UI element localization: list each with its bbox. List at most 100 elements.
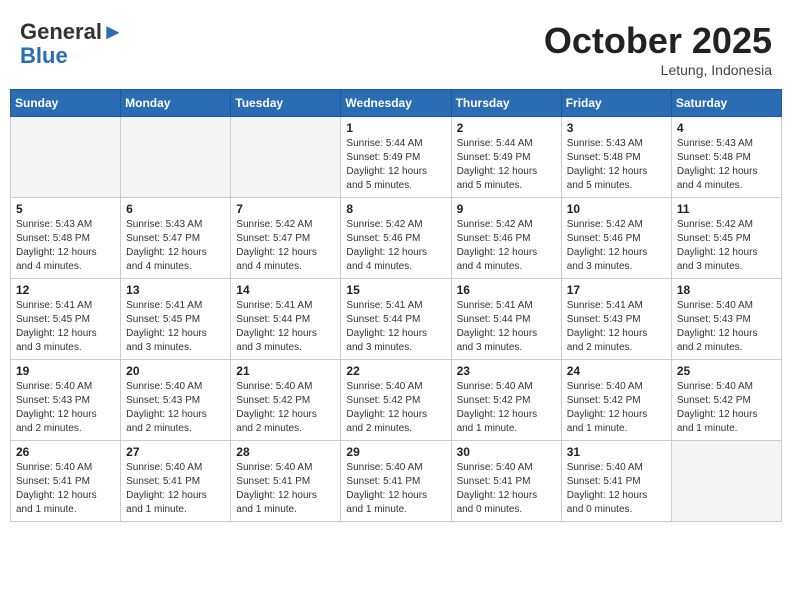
calendar-cell: 24Sunrise: 5:40 AM Sunset: 5:42 PM Dayli…	[561, 360, 671, 441]
day-number: 10	[567, 202, 666, 216]
logo-icon: ►	[102, 19, 124, 44]
calendar-week-row: 12 Sunrise: 5:41 AM Sunset: 5:45 PM Dayli…	[11, 279, 782, 360]
cell-sun-info: Sunrise: 5:44 AM Sunset: 5:49 PM Dayligh…	[346, 137, 445, 193]
calendar-cell: 6Sunrise: 5:43 AM Sunset: 5:47 PM Daylig…	[121, 198, 231, 279]
calendar-cell: 27Sunrise: 5:40 AM Sunset: 5:41 PM Dayli…	[121, 441, 231, 522]
cell-sun-info: Sunrise: 5:40 AM Sunset: 5:42 PM Dayligh…	[677, 380, 776, 436]
day-number: 4	[677, 121, 776, 135]
day-number: 14	[236, 283, 335, 297]
calendar-cell: 30 Sunrise: 5:40 AM Sunset: 5:41 PM Dayli…	[451, 441, 561, 522]
calendar-cell: 12 Sunrise: 5:41 AM Sunset: 5:45 PM Dayli…	[11, 279, 121, 360]
calendar-cell: 10 Sunrise: 5:42 AM Sunset: 5:46 PM Dayli…	[561, 198, 671, 279]
calendar-cell: 16 Sunrise: 5:41 AM Sunset: 5:44 PM Dayli…	[451, 279, 561, 360]
calendar-cell: 8 Sunrise: 5:42 AM Sunset: 5:46 PM Daylig…	[341, 198, 451, 279]
calendar-cell: 14 Sunrise: 5:41 AM Sunset: 5:44 PM Dayli…	[231, 279, 341, 360]
calendar-cell: 26Sunrise: 5:40 AM Sunset: 5:41 PM Dayli…	[11, 441, 121, 522]
cell-sun-info: Sunrise: 5:43 AM Sunset: 5:48 PM Dayligh…	[16, 218, 115, 274]
calendar-cell: 22 Sunrise: 5:40 AM Sunset: 5:42 PM Dayli…	[341, 360, 451, 441]
day-number: 2	[457, 121, 556, 135]
calendar-cell: 9 Sunrise: 5:42 AM Sunset: 5:46 PM Daylig…	[451, 198, 561, 279]
day-number: 9	[457, 202, 556, 216]
day-of-week-header: Tuesday	[231, 90, 341, 117]
day-number: 11	[677, 202, 776, 216]
day-number: 16	[457, 283, 556, 297]
cell-sun-info: Sunrise: 5:40 AM Sunset: 5:41 PM Dayligh…	[567, 461, 666, 517]
calendar-cell: 28Sunrise: 5:40 AM Sunset: 5:41 PM Dayli…	[231, 441, 341, 522]
calendar-cell: 18 Sunrise: 5:40 AM Sunset: 5:43 PM Dayli…	[671, 279, 781, 360]
cell-sun-info: Sunrise: 5:40 AM Sunset: 5:42 PM Dayligh…	[457, 380, 556, 436]
day-of-week-header: Saturday	[671, 90, 781, 117]
day-number: 12	[16, 283, 115, 297]
location-subtitle: Letung, Indonesia	[544, 62, 772, 78]
cell-sun-info: Sunrise: 5:40 AM Sunset: 5:41 PM Dayligh…	[346, 461, 445, 517]
cell-sun-info: Sunrise: 5:41 AM Sunset: 5:44 PM Dayligh…	[457, 299, 556, 355]
cell-sun-info: Sunrise: 5:41 AM Sunset: 5:43 PM Dayligh…	[567, 299, 666, 355]
day-number: 30	[457, 445, 556, 459]
cell-sun-info: Sunrise: 5:44 AM Sunset: 5:49 PM Dayligh…	[457, 137, 556, 193]
cell-sun-info: Sunrise: 5:42 AM Sunset: 5:46 PM Dayligh…	[457, 218, 556, 274]
calendar-cell: 4 Sunrise: 5:43 AM Sunset: 5:48 PM Daylig…	[671, 117, 781, 198]
day-number: 20	[126, 364, 225, 378]
calendar-cell	[11, 117, 121, 198]
day-number: 23	[457, 364, 556, 378]
calendar-cell	[671, 441, 781, 522]
logo-blue-text: Blue	[20, 43, 68, 68]
calendar-cell: 2 Sunrise: 5:44 AM Sunset: 5:49 PM Daylig…	[451, 117, 561, 198]
cell-sun-info: Sunrise: 5:43 AM Sunset: 5:47 PM Dayligh…	[126, 218, 225, 274]
cell-sun-info: Sunrise: 5:41 AM Sunset: 5:44 PM Dayligh…	[346, 299, 445, 355]
cell-sun-info: Sunrise: 5:42 AM Sunset: 5:46 PM Dayligh…	[567, 218, 666, 274]
day-of-week-header: Sunday	[11, 90, 121, 117]
logo: General► Blue	[20, 20, 124, 68]
calendar-week-row: 26Sunrise: 5:40 AM Sunset: 5:41 PM Dayli…	[11, 441, 782, 522]
cell-sun-info: Sunrise: 5:42 AM Sunset: 5:46 PM Dayligh…	[346, 218, 445, 274]
cell-sun-info: Sunrise: 5:41 AM Sunset: 5:44 PM Dayligh…	[236, 299, 335, 355]
calendar-cell: 25 Sunrise: 5:40 AM Sunset: 5:42 PM Dayli…	[671, 360, 781, 441]
day-number: 5	[16, 202, 115, 216]
cell-sun-info: Sunrise: 5:40 AM Sunset: 5:41 PM Dayligh…	[16, 461, 115, 517]
day-number: 8	[346, 202, 445, 216]
cell-sun-info: Sunrise: 5:40 AM Sunset: 5:41 PM Dayligh…	[457, 461, 556, 517]
day-number: 18	[677, 283, 776, 297]
calendar-cell: 17 Sunrise: 5:41 AM Sunset: 5:43 PM Dayli…	[561, 279, 671, 360]
calendar-cell: 20Sunrise: 5:40 AM Sunset: 5:43 PM Dayli…	[121, 360, 231, 441]
calendar-cell: 5 Sunrise: 5:43 AM Sunset: 5:48 PM Daylig…	[11, 198, 121, 279]
calendar-cell: 11Sunrise: 5:42 AM Sunset: 5:45 PM Dayli…	[671, 198, 781, 279]
month-title: October 2025	[544, 20, 772, 62]
cell-sun-info: Sunrise: 5:42 AM Sunset: 5:47 PM Dayligh…	[236, 218, 335, 274]
day-number: 21	[236, 364, 335, 378]
day-of-week-header: Monday	[121, 90, 231, 117]
day-number: 27	[126, 445, 225, 459]
day-number: 17	[567, 283, 666, 297]
day-number: 1	[346, 121, 445, 135]
day-number: 3	[567, 121, 666, 135]
calendar-table: SundayMondayTuesdayWednesdayThursdayFrid…	[10, 89, 782, 522]
cell-sun-info: Sunrise: 5:43 AM Sunset: 5:48 PM Dayligh…	[677, 137, 776, 193]
day-number: 19	[16, 364, 115, 378]
calendar-cell: 3 Sunrise: 5:43 AM Sunset: 5:48 PM Daylig…	[561, 117, 671, 198]
calendar-cell: 21Sunrise: 5:40 AM Sunset: 5:42 PM Dayli…	[231, 360, 341, 441]
day-of-week-header: Wednesday	[341, 90, 451, 117]
cell-sun-info: Sunrise: 5:40 AM Sunset: 5:42 PM Dayligh…	[346, 380, 445, 436]
calendar-cell: 1 Sunrise: 5:44 AM Sunset: 5:49 PM Daylig…	[341, 117, 451, 198]
cell-sun-info: Sunrise: 5:41 AM Sunset: 5:45 PM Dayligh…	[126, 299, 225, 355]
day-of-week-header: Friday	[561, 90, 671, 117]
cell-sun-info: Sunrise: 5:40 AM Sunset: 5:43 PM Dayligh…	[16, 380, 115, 436]
cell-sun-info: Sunrise: 5:40 AM Sunset: 5:43 PM Dayligh…	[677, 299, 776, 355]
calendar-cell: 19 Sunrise: 5:40 AM Sunset: 5:43 PM Dayli…	[11, 360, 121, 441]
calendar-cell	[231, 117, 341, 198]
day-number: 24	[567, 364, 666, 378]
day-number: 29	[346, 445, 445, 459]
calendar-cell: 7Sunrise: 5:42 AM Sunset: 5:47 PM Daylig…	[231, 198, 341, 279]
calendar-body: 1 Sunrise: 5:44 AM Sunset: 5:49 PM Daylig…	[11, 117, 782, 522]
calendar-cell: 15Sunrise: 5:41 AM Sunset: 5:44 PM Dayli…	[341, 279, 451, 360]
cell-sun-info: Sunrise: 5:43 AM Sunset: 5:48 PM Dayligh…	[567, 137, 666, 193]
calendar-week-row: 1 Sunrise: 5:44 AM Sunset: 5:49 PM Daylig…	[11, 117, 782, 198]
day-number: 28	[236, 445, 335, 459]
calendar-cell: 31 Sunrise: 5:40 AM Sunset: 5:41 PM Dayli…	[561, 441, 671, 522]
day-number: 13	[126, 283, 225, 297]
day-number: 22	[346, 364, 445, 378]
day-number: 25	[677, 364, 776, 378]
day-number: 31	[567, 445, 666, 459]
cell-sun-info: Sunrise: 5:41 AM Sunset: 5:45 PM Dayligh…	[16, 299, 115, 355]
day-of-week-header: Thursday	[451, 90, 561, 117]
